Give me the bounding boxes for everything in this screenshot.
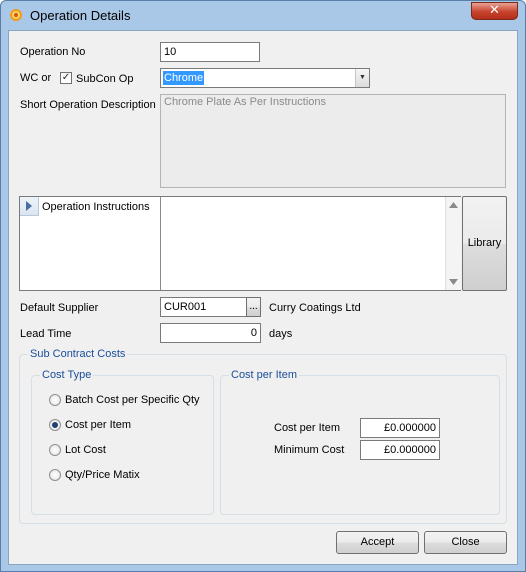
cog-icon [10,9,22,21]
operation-no-label: Operation No [20,46,86,58]
chevron-down-icon[interactable]: ▼ [355,69,369,87]
cost-per-item-group: Cost per Item Cost per Item £0.000000 Mi… [220,369,500,515]
supplier-name: Curry Coatings Ltd [269,302,361,314]
dialog-body: Operation No 10 WC or ✓ SubCon Op Chrome… [8,30,518,565]
operation-instructions-grid: Operation Instructions [19,196,461,291]
scroll-down-icon[interactable] [449,279,458,285]
accept-button[interactable]: Accept [336,531,419,554]
check-icon: ✓ [61,72,71,83]
default-supplier-label: Default Supplier [20,302,99,314]
minimum-cost-input[interactable]: £0.000000 [360,440,440,460]
minimum-cost-label: Minimum Cost [274,444,345,456]
cost-per-item-title: Cost per Item [229,369,300,381]
operation-combo[interactable]: Chrome ▼ [160,68,370,88]
operation-instructions-label: Operation Instructions [42,201,150,213]
lead-time-label: Lead Time [20,328,72,340]
subcon-op-checkbox[interactable]: ✓ [60,72,72,84]
default-supplier-input[interactable]: CUR001 [160,297,247,317]
row-selector[interactable] [20,197,39,216]
short-desc-label: Short Operation Description [20,99,156,111]
sub-contract-costs-title: Sub Contract Costs [28,348,128,360]
subcon-op-label[interactable]: SubCon Op [76,73,133,85]
operation-details-window: Operation Details ✕ Operation No 10 WC o… [0,0,526,572]
cost-type-title: Cost Type [40,369,94,381]
instructions-row-header: Operation Instructions [20,197,161,290]
supplier-browse-button[interactable]: ... [246,297,261,317]
cost-per-item-radio-label[interactable]: Cost per Item [65,419,131,431]
batch-cost-radio[interactable] [49,394,61,406]
qty-price-matix-label[interactable]: Qty/Price Matix [65,469,140,481]
batch-cost-label[interactable]: Batch Cost per Specific Qty [65,394,200,406]
title-bar[interactable]: Operation Details ✕ [1,1,525,29]
lead-time-input[interactable]: 0 [160,323,261,343]
close-button[interactable]: Close [424,531,507,554]
library-button[interactable]: Library [462,196,507,291]
short-desc-textarea[interactable]: Chrome Plate As Per Instructions [160,94,506,188]
cost-per-item-radio[interactable] [49,419,61,431]
lot-cost-radio[interactable] [49,444,61,456]
operation-combo-value: Chrome [163,71,205,85]
qty-price-matix-radio[interactable] [49,469,61,481]
row-arrow-icon [26,201,32,211]
operation-instructions-text[interactable] [162,197,445,290]
close-window-button[interactable]: ✕ [471,2,518,20]
wc-or-label: WC or [20,72,52,84]
instructions-scrollbar[interactable] [445,197,461,290]
lead-time-unit: days [269,328,293,340]
close-icon: ✕ [489,3,500,18]
window-title: Operation Details [30,8,131,23]
scroll-up-icon[interactable] [449,202,458,208]
cost-per-item-field-label: Cost per Item [274,422,341,434]
cost-type-group: Cost Type Batch Cost per Specific Qty Co… [31,369,214,515]
lot-cost-label[interactable]: Lot Cost [65,444,106,456]
cost-per-item-input[interactable]: £0.000000 [360,418,440,438]
sub-contract-costs-group: Sub Contract Costs Cost Type Batch Cost … [19,348,507,524]
operation-no-input[interactable]: 10 [160,42,260,62]
